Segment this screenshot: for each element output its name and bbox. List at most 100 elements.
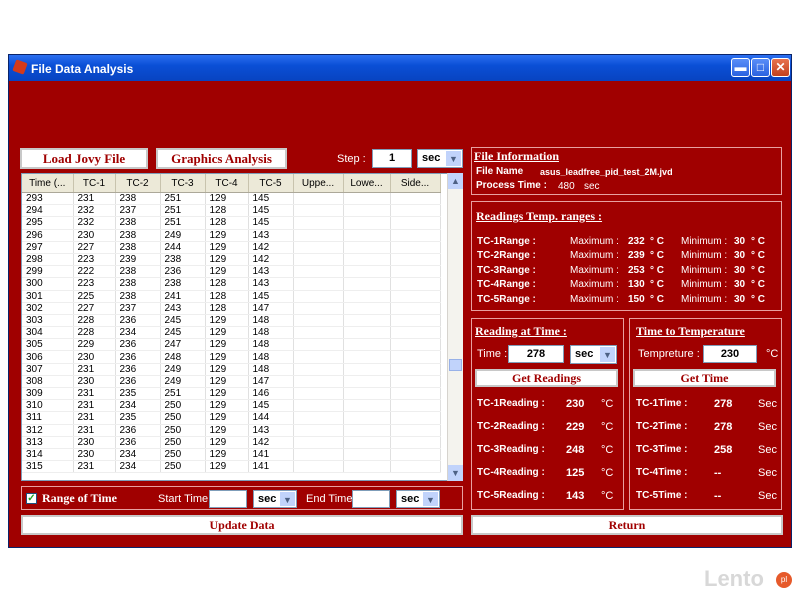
table-cell[interactable] [293,363,344,376]
table-cell[interactable]: 235 [115,411,161,425]
table-cell[interactable]: 230 [73,350,116,364]
temperature-input[interactable]: 230 [703,345,757,363]
table-cell[interactable]: 298 [22,253,74,267]
table-cell[interactable]: 129 [205,375,249,389]
table-row[interactable]: 304 228 234 245 129 148 [22,326,441,340]
table-cell[interactable]: 235 [115,387,161,401]
column-header[interactable]: Time (... [22,174,74,193]
table-cell[interactable] [293,216,344,230]
table-cell[interactable]: 143 [248,229,294,242]
table-cell[interactable]: 299 [22,265,74,279]
table-cell[interactable]: 250 [160,436,206,449]
table-cell[interactable] [390,216,441,230]
table-cell[interactable] [293,302,344,315]
table-cell[interactable] [390,253,441,267]
return-button[interactable]: Return [471,515,783,535]
table-cell[interactable] [293,229,344,242]
table-cell[interactable]: 249 [160,363,206,376]
table-cell[interactable]: 129 [205,460,249,474]
table-cell[interactable]: 222 [73,265,116,279]
table-cell[interactable] [390,399,441,413]
table-cell[interactable] [293,350,344,364]
table-cell[interactable]: 129 [205,314,249,328]
table-cell[interactable]: 251 [160,387,206,401]
table-cell[interactable]: 237 [115,204,161,218]
table-cell[interactable]: 231 [73,424,116,437]
table-cell[interactable]: 250 [160,460,206,474]
table-cell[interactable]: 229 [73,338,116,352]
data-grid[interactable]: Time (... TC-1 TC-2 TC-3 TC-4 TC-5 Uppe... Lowe… [21,173,463,481]
graphics-analysis-button[interactable]: Graphics Analysis [156,148,287,169]
table-cell[interactable] [343,411,391,425]
table-cell[interactable]: 129 [205,387,249,401]
table-cell[interactable]: 128 [205,277,249,291]
table-cell[interactable]: 231 [73,387,116,401]
table-cell[interactable] [343,375,391,389]
table-cell[interactable]: 129 [205,192,249,206]
table-cell[interactable]: 296 [22,229,74,242]
table-cell[interactable]: 301 [22,290,74,303]
table-row[interactable]: 313 230 236 250 129 142 [22,436,441,449]
reading-time-unit-select[interactable]: sec ▼ [570,345,617,364]
table-cell[interactable]: 232 [73,216,116,230]
table-cell[interactable]: 236 [115,350,161,364]
table-cell[interactable]: 239 [115,253,161,267]
table-cell[interactable]: 313 [22,436,74,449]
table-cell[interactable] [390,265,441,279]
table-cell[interactable]: 236 [115,375,161,389]
scroll-up-icon[interactable]: ▲ [448,173,463,189]
table-cell[interactable]: 250 [160,399,206,413]
end-time-input[interactable] [352,490,390,508]
table-row[interactable]: 312 231 236 250 129 143 [22,424,441,437]
table-cell[interactable] [293,436,344,449]
table-cell[interactable] [293,204,344,218]
table-cell[interactable] [343,399,391,413]
table-cell[interactable]: 148 [248,350,294,364]
table-row[interactable]: 293 231 238 251 129 145 [22,192,441,206]
maximize-button[interactable]: □ [751,58,770,77]
table-cell[interactable]: 238 [115,216,161,230]
table-cell[interactable]: 245 [160,326,206,340]
table-cell[interactable]: 145 [248,192,294,206]
table-cell[interactable] [293,375,344,389]
table-cell[interactable]: 129 [205,241,249,254]
table-cell[interactable] [293,253,344,267]
table-cell[interactable] [390,387,441,401]
table-cell[interactable] [293,424,344,437]
table-cell[interactable] [343,229,391,242]
table-cell[interactable]: 307 [22,363,74,376]
table-cell[interactable] [293,290,344,303]
table-cell[interactable] [390,424,441,437]
table-cell[interactable] [343,363,391,376]
table-cell[interactable] [390,192,441,206]
table-cell[interactable] [293,326,344,340]
table-cell[interactable]: 294 [22,204,74,218]
range-checkbox[interactable]: ✓ [26,493,37,504]
end-unit-select[interactable]: sec ▼ [396,490,440,508]
update-data-button[interactable]: Update Data [21,515,463,535]
table-cell[interactable]: 129 [205,363,249,376]
table-cell[interactable]: 231 [73,399,116,413]
table-cell[interactable]: 236 [115,436,161,449]
table-cell[interactable] [343,350,391,364]
table-cell[interactable]: 293 [22,192,74,206]
table-cell[interactable]: 243 [160,302,206,315]
table-row[interactable]: 296 230 238 249 129 143 [22,229,441,242]
table-cell[interactable]: 234 [115,448,161,462]
table-cell[interactable]: 245 [160,314,206,328]
table-cell[interactable]: 143 [248,277,294,291]
table-cell[interactable] [390,277,441,291]
table-cell[interactable] [390,460,441,474]
table-cell[interactable] [343,424,391,437]
table-row[interactable]: 295 232 238 251 128 145 [22,216,441,230]
table-cell[interactable] [343,314,391,328]
table-cell[interactable]: 234 [115,399,161,413]
start-unit-select[interactable]: sec ▼ [253,490,297,508]
table-cell[interactable]: 128 [205,216,249,230]
table-cell[interactable]: 244 [160,241,206,254]
table-cell[interactable] [390,436,441,449]
table-cell[interactable] [293,314,344,328]
scroll-thumb[interactable] [449,359,462,371]
table-row[interactable]: 300 223 238 238 128 143 [22,277,441,291]
table-cell[interactable] [343,290,391,303]
